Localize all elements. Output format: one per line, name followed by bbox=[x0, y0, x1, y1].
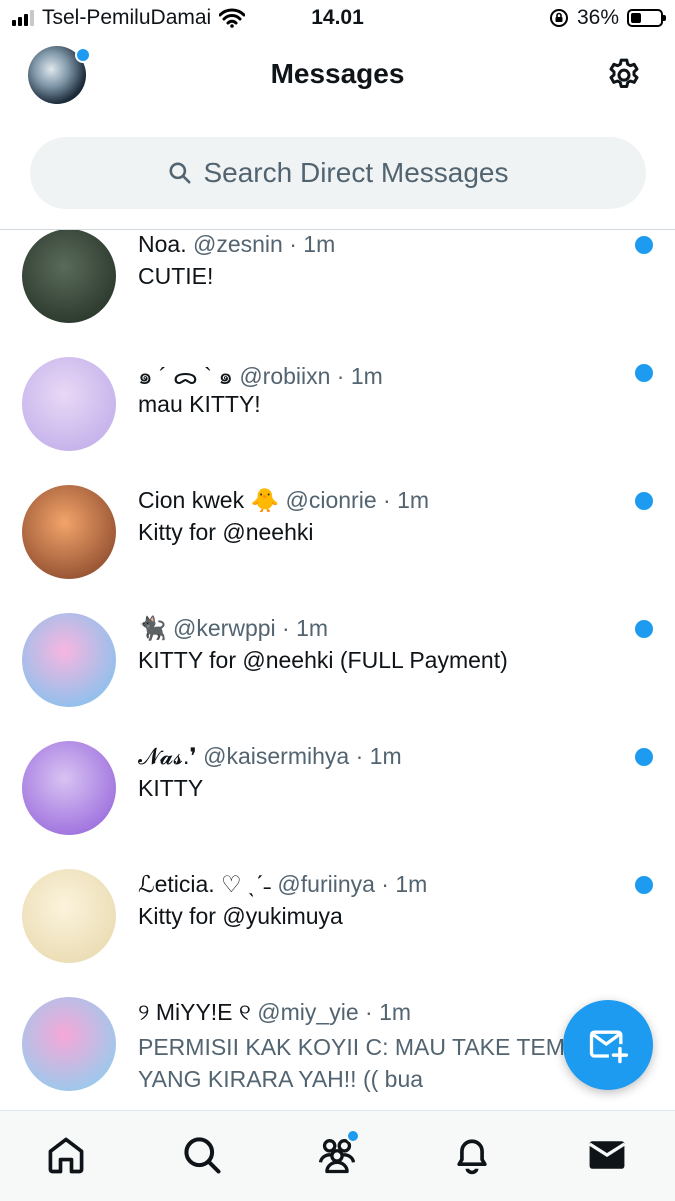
avatar[interactable] bbox=[22, 230, 116, 323]
notifications-icon bbox=[457, 1139, 487, 1175]
avatar[interactable] bbox=[22, 357, 116, 451]
sender-name: 🐈‍⬛ bbox=[138, 615, 167, 641]
header: Messages bbox=[0, 38, 675, 114]
conversation-row[interactable]: ℒeticia. ♡ ˎˊ˗ @furiinya · 1m Kitty for @… bbox=[0, 869, 675, 998]
sender-handle: @miy_yie bbox=[257, 999, 359, 1025]
message-time: 1m bbox=[395, 871, 428, 897]
unread-indicator bbox=[635, 876, 653, 894]
conversation-header: 🐈‍⬛ @kerwppi · 1m bbox=[138, 615, 625, 642]
separator-dot: · bbox=[275, 615, 297, 641]
nav-notifications[interactable] bbox=[450, 1133, 494, 1177]
conversation-row[interactable]: Cion kwek 🐥 @cionrie · 1m Kitty for @neeh… bbox=[0, 485, 675, 614]
avatar[interactable] bbox=[22, 997, 116, 1091]
message-time: 1m bbox=[369, 743, 402, 769]
rotation-lock-icon bbox=[549, 9, 568, 27]
conversation-list: Noa. @zesnin · 1m CUTIE! ๑ ´ ᯅ ` ๑ @robiix… bbox=[0, 230, 675, 1110]
avatar[interactable] bbox=[22, 485, 116, 579]
separator-dot: · bbox=[376, 487, 398, 513]
new-message-icon bbox=[589, 1030, 629, 1064]
search-placeholder: Search Direct Messages bbox=[203, 157, 509, 188]
message-time: 1m bbox=[350, 363, 383, 389]
settings-button[interactable] bbox=[604, 56, 644, 96]
nav-home[interactable] bbox=[44, 1133, 88, 1177]
sender-name: 𝓝𝓪𝓼.❜ bbox=[138, 743, 197, 769]
separator-dot: · bbox=[358, 999, 380, 1025]
sender-name: ๑ ´ ᯅ ` ๑ bbox=[138, 363, 233, 389]
message-time: 1m bbox=[379, 999, 412, 1025]
bottom-navigation bbox=[0, 1110, 675, 1201]
avatar[interactable] bbox=[22, 613, 116, 707]
conversation-header: 𝓝𝓪𝓼.❜ @kaisermihya · 1m bbox=[138, 743, 625, 770]
unread-indicator bbox=[635, 236, 653, 254]
conversation-header: Noa. @zesnin · 1m bbox=[138, 231, 625, 258]
sender-handle: @furiinya bbox=[277, 871, 375, 897]
message-time: 1m bbox=[303, 231, 336, 257]
conversation-header: ୨ MiYY!E ୧ @miy_yie · 1m bbox=[138, 999, 625, 1026]
nav-messages[interactable] bbox=[585, 1133, 629, 1177]
conversation-row[interactable]: 𝓝𝓪𝓼.❜ @kaisermihya · 1m KITTY bbox=[0, 741, 675, 870]
sender-handle: @kaisermihya bbox=[203, 743, 350, 769]
message-preview: Kitty for @neehki bbox=[138, 519, 314, 545]
conversation-header: ๑ ´ ᯅ ` ๑ @robiixn · 1m bbox=[138, 359, 625, 395]
home-icon bbox=[48, 1137, 84, 1174]
new-message-button[interactable] bbox=[563, 1000, 653, 1090]
messages-icon bbox=[588, 1141, 626, 1169]
separator-dot: · bbox=[349, 743, 370, 769]
unread-indicator bbox=[635, 364, 653, 382]
unread-indicator bbox=[635, 620, 653, 638]
message-preview: CUTIE! bbox=[138, 263, 214, 289]
battery-percent: 36% bbox=[576, 6, 619, 29]
gear-icon bbox=[609, 58, 639, 88]
communities-notification-dot bbox=[346, 1129, 360, 1143]
conversation-header: ℒeticia. ♡ ˎˊ˗ @furiinya · 1m bbox=[138, 871, 625, 898]
sender-name: Cion kwek 🐥 bbox=[138, 487, 280, 513]
unread-indicator bbox=[635, 492, 653, 510]
sender-handle: @robiixn bbox=[239, 363, 331, 389]
separator-dot: · bbox=[282, 231, 304, 257]
status-bar: Tsel-PemiluDamai 14.01 36% bbox=[0, 0, 675, 38]
separator-dot: · bbox=[330, 363, 351, 389]
conversation-row[interactable]: 🐈‍⬛ @kerwppi · 1m KITTY for @neehki (FULL… bbox=[0, 613, 675, 742]
message-preview: KITTY for @neehki (FULL Payment) bbox=[138, 647, 508, 673]
sender-name: Noa. bbox=[138, 231, 187, 257]
sender-name: ୨ MiYY!E ୧ bbox=[138, 999, 251, 1025]
message-time: 1m bbox=[397, 487, 430, 513]
battery-icon bbox=[627, 9, 666, 27]
message-preview: Kitty for @yukimuya bbox=[138, 903, 343, 929]
page-title: Messages bbox=[270, 58, 405, 89]
battery-fill bbox=[631, 13, 641, 23]
avatar[interactable] bbox=[22, 869, 116, 963]
sender-handle: @kerwppi bbox=[173, 615, 276, 641]
message-time: 1m bbox=[296, 615, 329, 641]
message-preview: KITTY bbox=[138, 775, 204, 801]
sender-handle: @zesnin bbox=[192, 231, 283, 257]
conversation-header: Cion kwek 🐥 @cionrie · 1m bbox=[138, 487, 625, 514]
search-icon bbox=[184, 1137, 221, 1174]
message-preview: mau KITTY! bbox=[138, 391, 261, 417]
status-right: 36% bbox=[549, 6, 666, 30]
avatar[interactable] bbox=[22, 741, 116, 835]
separator-dot: · bbox=[374, 871, 396, 897]
unread-indicator bbox=[635, 748, 653, 766]
conversation-row[interactable]: Noa. @zesnin · 1m CUTIE! bbox=[0, 230, 675, 358]
search-input[interactable]: Search Direct Messages bbox=[30, 137, 646, 209]
search-icon bbox=[169, 162, 191, 184]
nav-search[interactable] bbox=[180, 1133, 224, 1177]
sender-name: ℒeticia. ♡ ˎˊ˗ bbox=[138, 871, 272, 897]
sender-handle: @cionrie bbox=[285, 487, 377, 513]
conversation-row[interactable]: ๑ ´ ᯅ ` ๑ @robiixn · 1m mau KITTY! bbox=[0, 357, 675, 486]
